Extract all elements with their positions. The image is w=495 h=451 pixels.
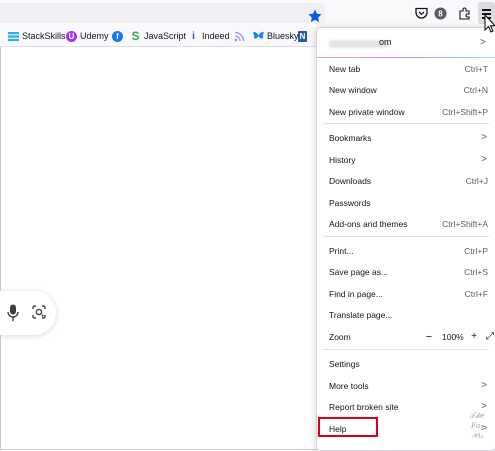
menu-item-shortcut: Ctrl+Shift+P xyxy=(442,107,488,117)
menu-item-history[interactable]: History > xyxy=(329,153,489,167)
menu-item-shortcut: Ctrl+F xyxy=(464,289,488,299)
bookmark-stackskills[interactable]: StackSkills xyxy=(8,29,66,43)
bluesky-icon xyxy=(253,31,264,42)
bookmark-udemy[interactable]: U Udemy xyxy=(66,29,109,43)
bookmark-label: JavaScript xyxy=(144,31,187,41)
menu-item-label: Downloads xyxy=(329,176,372,186)
menu-item-label: Settings xyxy=(329,359,360,369)
mouse-pointer-icon xyxy=(484,14,495,33)
zoom-in-button[interactable]: + xyxy=(468,331,480,343)
menu-item-shortcut: Ctrl+T xyxy=(464,64,488,74)
menu-item-shortcut: Ctrl+P xyxy=(464,246,488,256)
bookmark-star-icon[interactable] xyxy=(307,8,323,24)
account-email-suffix: om xyxy=(379,37,392,47)
pocket-icon[interactable] xyxy=(413,5,429,21)
menu-item-more-tools[interactable]: More tools > xyxy=(329,379,489,393)
facebook-icon: f xyxy=(112,30,123,42)
bookmark-label: Bluesky xyxy=(267,31,299,41)
menu-item-find-in-page[interactable]: Find in page... Ctrl+F xyxy=(329,287,489,301)
menu-separator xyxy=(323,123,489,124)
help-highlight-box xyxy=(318,417,378,437)
udemy-icon: U xyxy=(66,30,77,42)
watermark-logo: 𝒯𝒽𝑒 𝐹𝑜𝓇 𝒲𝑖𝓈 xyxy=(462,408,492,444)
chevron-right-icon: > xyxy=(480,37,486,48)
menu-separator xyxy=(323,349,489,350)
menu-item-print[interactable]: Print... Ctrl+P xyxy=(329,244,489,258)
account-item[interactable]: om xyxy=(329,36,479,52)
bookmark-indeed[interactable]: i Indeed xyxy=(188,29,230,43)
extension-badge-icon[interactable]: 8 xyxy=(432,5,448,21)
hamburger-line xyxy=(482,9,491,11)
microphone-icon[interactable] xyxy=(7,304,19,322)
navigation-toolbar: 8 xyxy=(0,0,495,26)
menu-item-label: New window xyxy=(329,85,377,95)
zoom-out-button[interactable]: − xyxy=(423,331,435,343)
svg-text:𝐹𝑜𝓇: 𝐹𝑜𝓇 xyxy=(470,422,484,430)
search-box-tools xyxy=(0,291,56,335)
menu-item-label: Passwords xyxy=(329,198,371,208)
bookmark-n[interactable]: N xyxy=(298,29,310,43)
address-bar[interactable] xyxy=(0,3,325,23)
menu-item-passwords[interactable]: Passwords xyxy=(329,196,489,210)
application-menu-panel: om > New tab Ctrl+T New window Ctrl+N Ne… xyxy=(316,27,495,451)
bookmark-label: Udemy xyxy=(80,31,109,41)
menu-item-shortcut: Ctrl+J xyxy=(465,176,488,186)
stackskills-icon xyxy=(8,31,19,42)
menu-item-label: Find in page... xyxy=(329,289,383,299)
bookmark-rss-feed[interactable] xyxy=(234,29,248,43)
menu-item-shortcut: Ctrl+Shift+A xyxy=(442,219,488,229)
bookmark-javascript[interactable]: S JavaScript xyxy=(130,29,186,43)
menu-item-new-tab[interactable]: New tab Ctrl+T xyxy=(329,62,489,76)
bookmark-bluesky[interactable]: Bluesky xyxy=(253,29,299,43)
menu-item-label: History xyxy=(329,155,356,165)
menu-item-label: Save page as... xyxy=(329,267,389,277)
zoom-reset-button[interactable]: 100% xyxy=(442,330,464,344)
account-gradient-divider xyxy=(317,57,495,58)
bookmark-label: Indeed xyxy=(202,31,230,41)
menu-item-bookmarks[interactable]: Bookmarks > xyxy=(329,131,489,145)
menu-item-label: New private window xyxy=(329,107,405,117)
menu-item-save-page-as[interactable]: Save page as... Ctrl+S xyxy=(329,265,489,279)
chevron-right-icon: > xyxy=(481,132,487,143)
fullscreen-button[interactable]: ⤢ xyxy=(484,330,495,344)
menu-item-new-private-window[interactable]: New private window Ctrl+Shift+P xyxy=(329,105,489,119)
menu-item-shortcut: Ctrl+N xyxy=(463,85,488,95)
n-icon: N xyxy=(298,30,307,42)
menu-item-shortcut: Ctrl+S xyxy=(464,267,488,277)
extensions-puzzle-icon[interactable] xyxy=(456,5,472,21)
menu-item-zoom: Zoom − 100% + ⤢ xyxy=(329,330,494,344)
menu-item-translate-page[interactable]: Translate page... xyxy=(329,308,489,322)
chevron-right-icon: > xyxy=(481,154,487,165)
menu-item-label: Add-ons and themes xyxy=(329,219,408,229)
camera-lens-icon[interactable] xyxy=(31,304,47,320)
chevron-right-icon: > xyxy=(481,380,487,391)
menu-item-label: New tab xyxy=(329,64,361,74)
menu-item-label: Report broken site xyxy=(329,402,399,412)
bookmark-facebook[interactable]: f xyxy=(112,29,126,43)
menu-item-label: Print... xyxy=(329,246,354,256)
menu-item-addons-and-themes[interactable]: Add-ons and themes Ctrl+Shift+A xyxy=(329,217,489,231)
menu-item-new-window[interactable]: New window Ctrl+N xyxy=(329,83,489,97)
indeed-icon: i xyxy=(192,30,195,42)
svg-text:𝒲𝑖𝓈: 𝒲𝑖𝓈 xyxy=(471,432,484,440)
menu-item-label: Zoom xyxy=(329,332,351,342)
menu-item-label: Bookmarks xyxy=(329,133,372,143)
menu-separator xyxy=(323,236,489,237)
svg-text:𝒯𝒽𝑒: 𝒯𝒽𝑒 xyxy=(469,411,485,420)
javascript-icon: S xyxy=(131,29,140,43)
menu-item-downloads[interactable]: Downloads Ctrl+J xyxy=(329,174,489,188)
menu-item-settings[interactable]: Settings xyxy=(329,357,489,371)
svg-text:8: 8 xyxy=(438,9,443,18)
menu-item-label: Translate page... xyxy=(329,310,393,320)
rss-icon xyxy=(234,31,245,42)
menu-item-label: More tools xyxy=(329,381,369,391)
bookmark-label: StackSkills xyxy=(22,31,66,41)
